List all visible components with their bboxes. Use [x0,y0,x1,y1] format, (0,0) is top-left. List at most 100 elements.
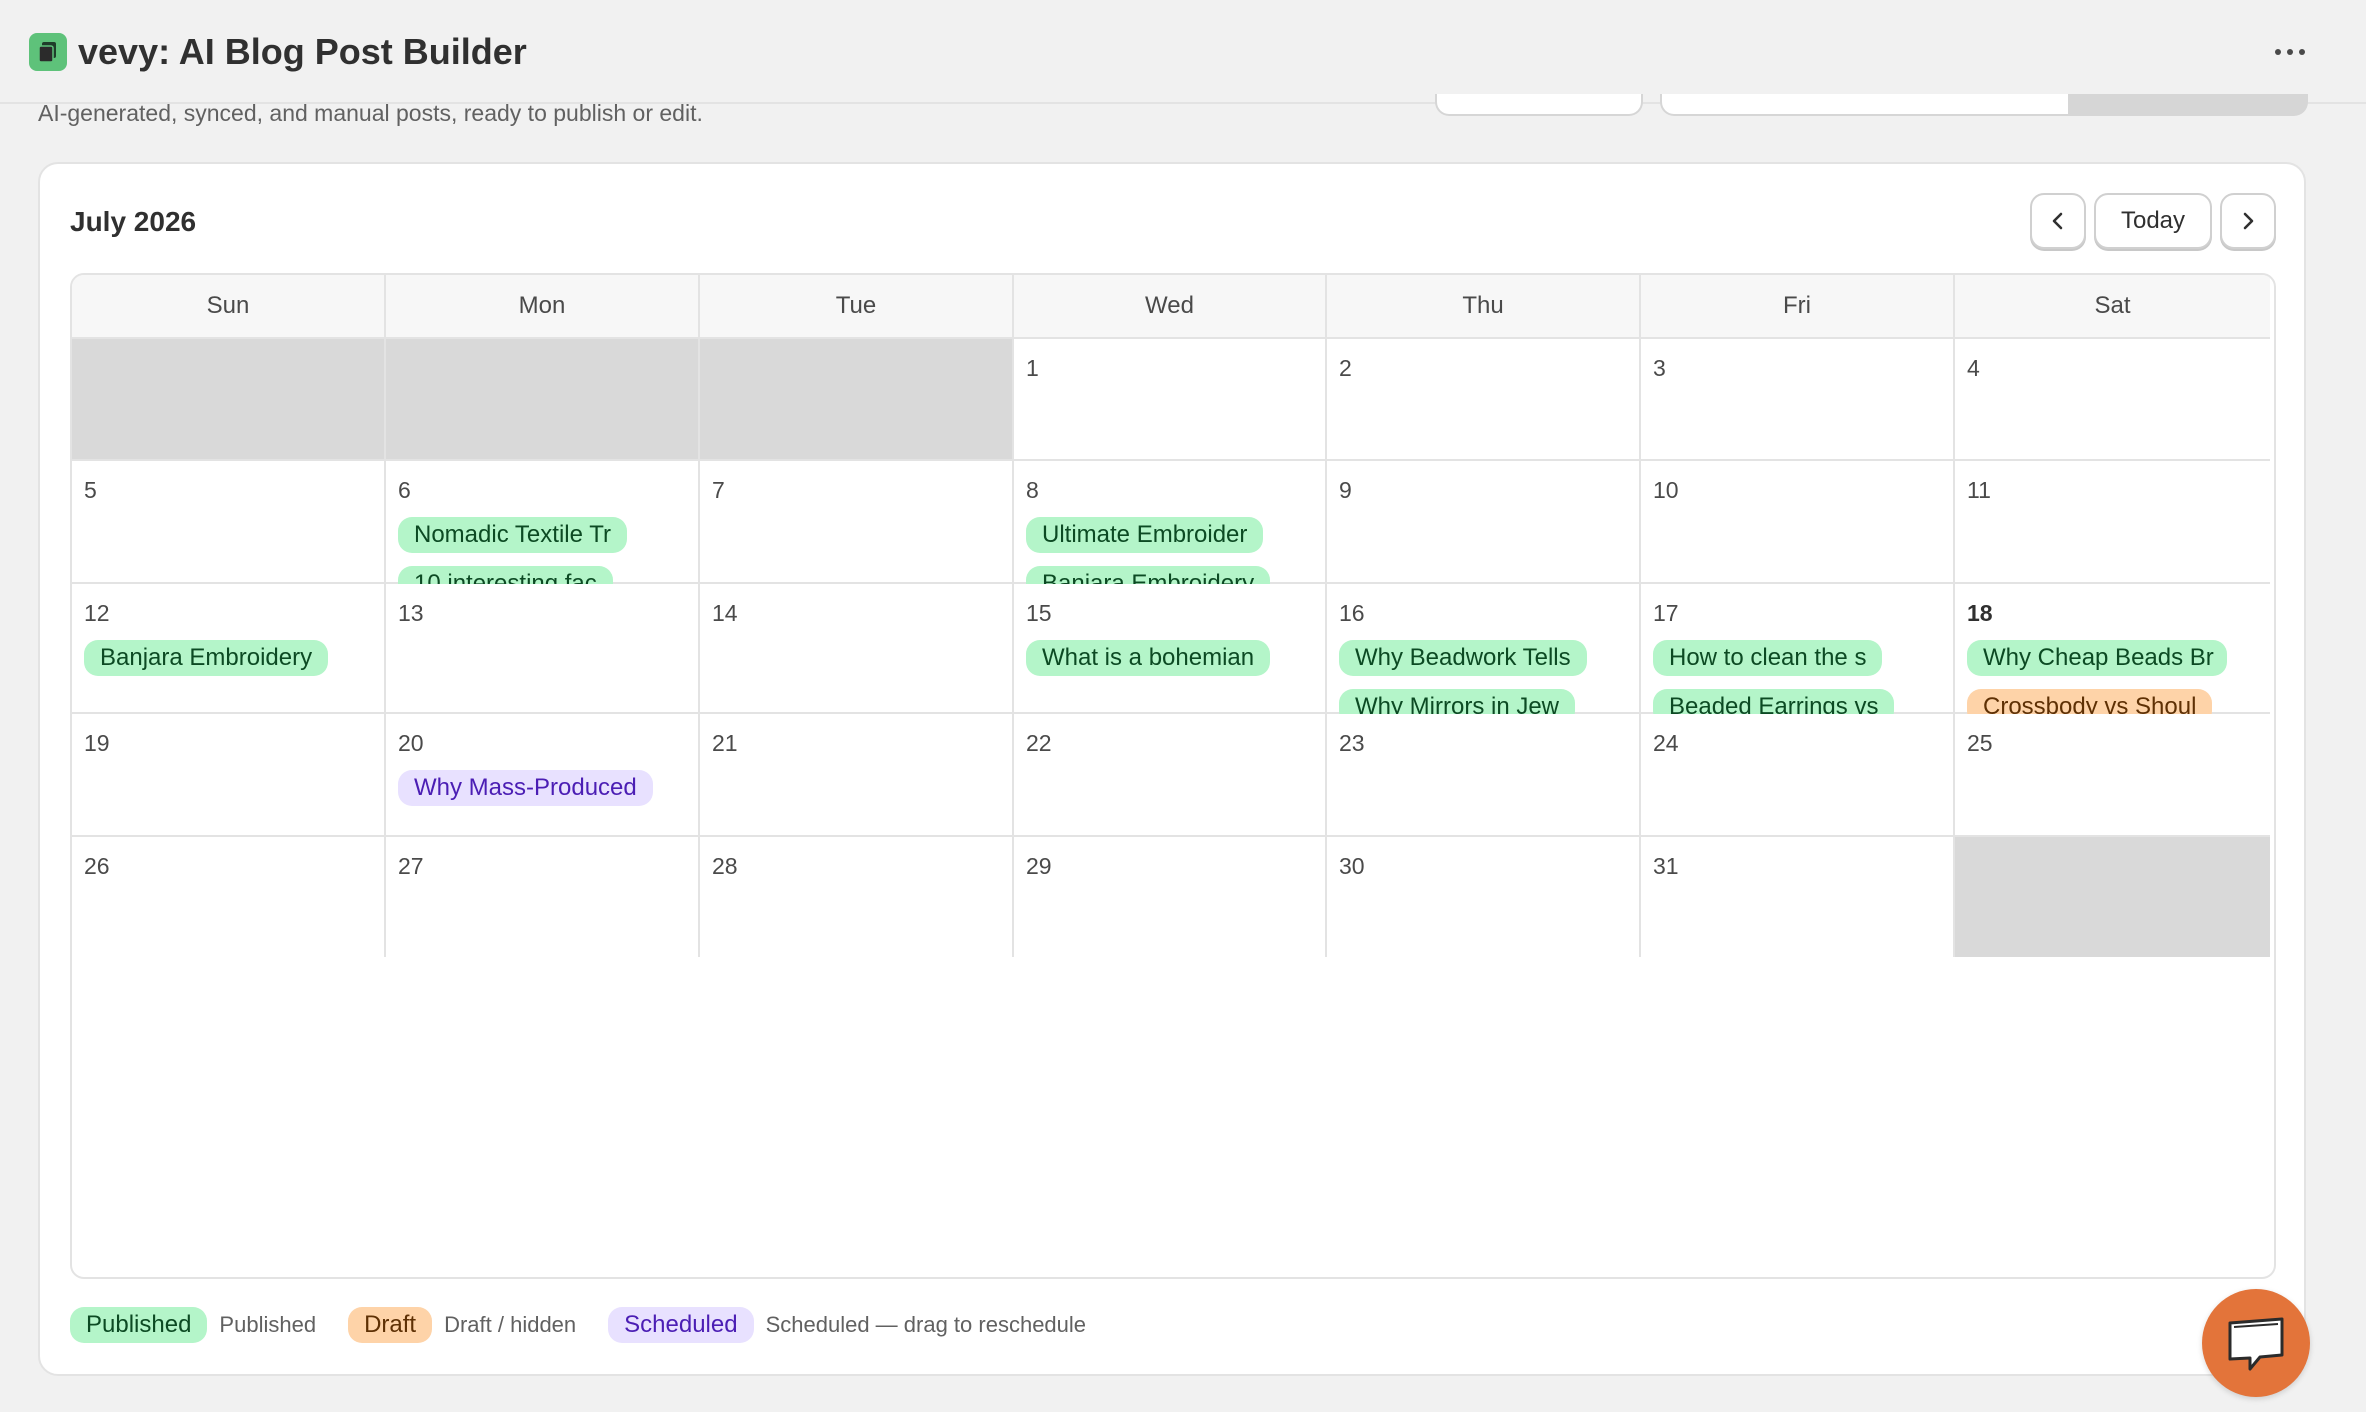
day-number: 31 [1653,853,1679,879]
calendar-day-empty [700,339,1014,461]
legend-label-scheduled: Scheduled — drag to reschedule [765,1312,1087,1337]
prev-month-button[interactable] [2030,193,2086,249]
day-number: 19 [84,730,110,756]
day-number: 28 [712,853,738,879]
day-number: 21 [712,730,738,756]
day-number: 2 [1339,355,1352,381]
day-number: 14 [712,600,738,626]
app-icon [29,33,67,71]
calendar-day-8[interactable]: 8Ultimate EmbroiderBanjara Embroidery [1014,461,1327,602]
event-chip-published[interactable]: Banjara Embroidery [84,640,329,676]
calendar-day-4[interactable]: 4 [1955,339,2270,461]
calendar-day-29[interactable]: 29 [1014,837,1327,957]
chat-bubble-icon [2228,1317,2284,1371]
day-number: 5 [84,477,97,503]
calendar-day-empty [386,339,700,461]
header-action-button[interactable] [1435,94,1643,116]
calendar-day-10[interactable]: 10 [1641,461,1955,584]
day-number: 26 [84,853,110,879]
chevron-left-icon [2052,212,2063,230]
legend-badge-published: Published [70,1307,208,1343]
event-chip-published[interactable]: How to clean the s [1653,640,1883,676]
day-number: 16 [1339,600,1365,626]
day-number: 24 [1653,730,1679,756]
calendar-day-2[interactable]: 2 [1327,339,1641,461]
day-number: 15 [1026,600,1052,626]
day-number: 18 [1967,600,1993,626]
day-number: 23 [1339,730,1365,756]
day-number: 12 [84,600,110,626]
legend-badge-draft: Draft [348,1307,433,1343]
calendar-day-5[interactable]: 5 [72,461,386,584]
weekday-header-fri: Fri [1641,275,1955,339]
calendar-day-empty [1955,837,2270,957]
page-subtitle: AI-generated, synced, and manual posts, … [38,100,703,126]
calendar-day-25[interactable]: 25 [1955,714,2270,837]
calendar-day-31[interactable]: 31 [1641,837,1955,957]
day-number: 1 [1026,355,1039,381]
calendar-day-20[interactable]: 20 Why Mass-Produced [386,714,700,837]
calendar-day-7[interactable]: 7 [700,461,1014,584]
day-number: 11 [1967,477,1991,503]
calendar-day-28[interactable]: 28 [700,837,1014,957]
calendar-day-27[interactable]: 27 [386,837,700,957]
weekday-header-sat: Sat [1955,275,2270,339]
calendar-day-19[interactable]: 19 [72,714,386,837]
day-number: 8 [1026,477,1039,503]
calendar-day-21[interactable]: 21 [700,714,1014,837]
weekday-header-wed: Wed [1014,275,1327,339]
chevron-right-icon [2243,212,2254,230]
day-number: 30 [1339,853,1365,879]
calendar-grid: Sun Mon Tue Wed Thu Fri Sat 1 2 3 4 5 6 Nomadic Texti… [70,273,2276,1279]
legend-badge-scheduled: Scheduled [608,1307,754,1343]
day-number: 13 [398,600,424,626]
calendar-day-14[interactable]: 14 [700,584,1014,714]
calendar-day-22[interactable]: 22 [1014,714,1327,837]
day-number: 17 [1653,600,1679,626]
calendar-day-18[interactable]: 18Why Cheap Beads BrCrossbody vs ShoulHo… [1955,584,2270,774]
day-number: 10 [1653,477,1679,503]
calendar-day-24[interactable]: 24 [1641,714,1955,837]
event-chip-published[interactable]: Why Beadwork Tells [1339,640,1587,676]
app-header: vevy: AI Blog Post Builder [0,0,2366,104]
calendar-day-6[interactable]: 6Nomadic Textile Tr10 interesting fac [386,461,700,602]
today-button[interactable]: Today [2094,193,2212,249]
day-number: 3 [1653,355,1666,381]
weekday-header-tue: Tue [700,275,1014,339]
calendar-day-17[interactable]: 17How to clean the sBeaded Earrings vs+3… [1641,584,1955,772]
calendar-day-30[interactable]: 30 [1327,837,1641,957]
event-chip-published[interactable]: What is a bohemian [1026,640,1271,676]
calendar-day-13[interactable]: 13 [386,584,700,714]
calendar-day-12[interactable]: 12 Banjara Embroidery [72,584,386,714]
day-number: 7 [712,477,725,503]
view-toggle-group[interactable] [1660,94,2308,116]
event-chip-published[interactable]: Ultimate Embroider [1026,517,1264,553]
scrollbar[interactable] [2349,104,2366,1412]
legend-label-published: Published [219,1312,317,1337]
next-month-button[interactable] [2220,193,2276,249]
day-number: 6 [398,477,411,503]
day-number: 29 [1026,853,1052,879]
event-chip-published[interactable]: Nomadic Textile Tr [398,517,627,553]
day-number: 27 [398,853,424,879]
day-number: 4 [1967,355,1980,381]
month-title: July 2026 [70,206,197,237]
calendar-day-23[interactable]: 23 [1327,714,1641,837]
event-chip-scheduled[interactable]: Why Mass-Produced [398,770,653,806]
calendar-day-empty [72,339,386,461]
calendar-day-16[interactable]: 16 Why Beadwork Tells Why Mirrors in Jew [1327,584,1641,725]
chat-button[interactable] [2202,1289,2310,1397]
calendar-day-15[interactable]: 15 What is a bohemian [1014,584,1327,714]
calendar-day-1[interactable]: 1 [1014,339,1327,461]
calendar-day-3[interactable]: 3 [1641,339,1955,461]
legend-label-draft: Draft / hidden [444,1312,577,1337]
event-chip-published[interactable]: Why Cheap Beads Br [1967,640,2227,676]
legend: Published Published Draft Draft / hidden Sch… [70,1306,1118,1344]
day-number: 25 [1967,730,1993,756]
ellipsis-icon[interactable] [2262,30,2318,74]
weekday-header-thu: Thu [1327,275,1641,339]
weekday-header-mon: Mon [386,275,700,339]
calendar-day-11[interactable]: 11 [1955,461,2270,584]
calendar-day-26[interactable]: 26 [72,837,386,957]
calendar-day-9[interactable]: 9 [1327,461,1641,584]
